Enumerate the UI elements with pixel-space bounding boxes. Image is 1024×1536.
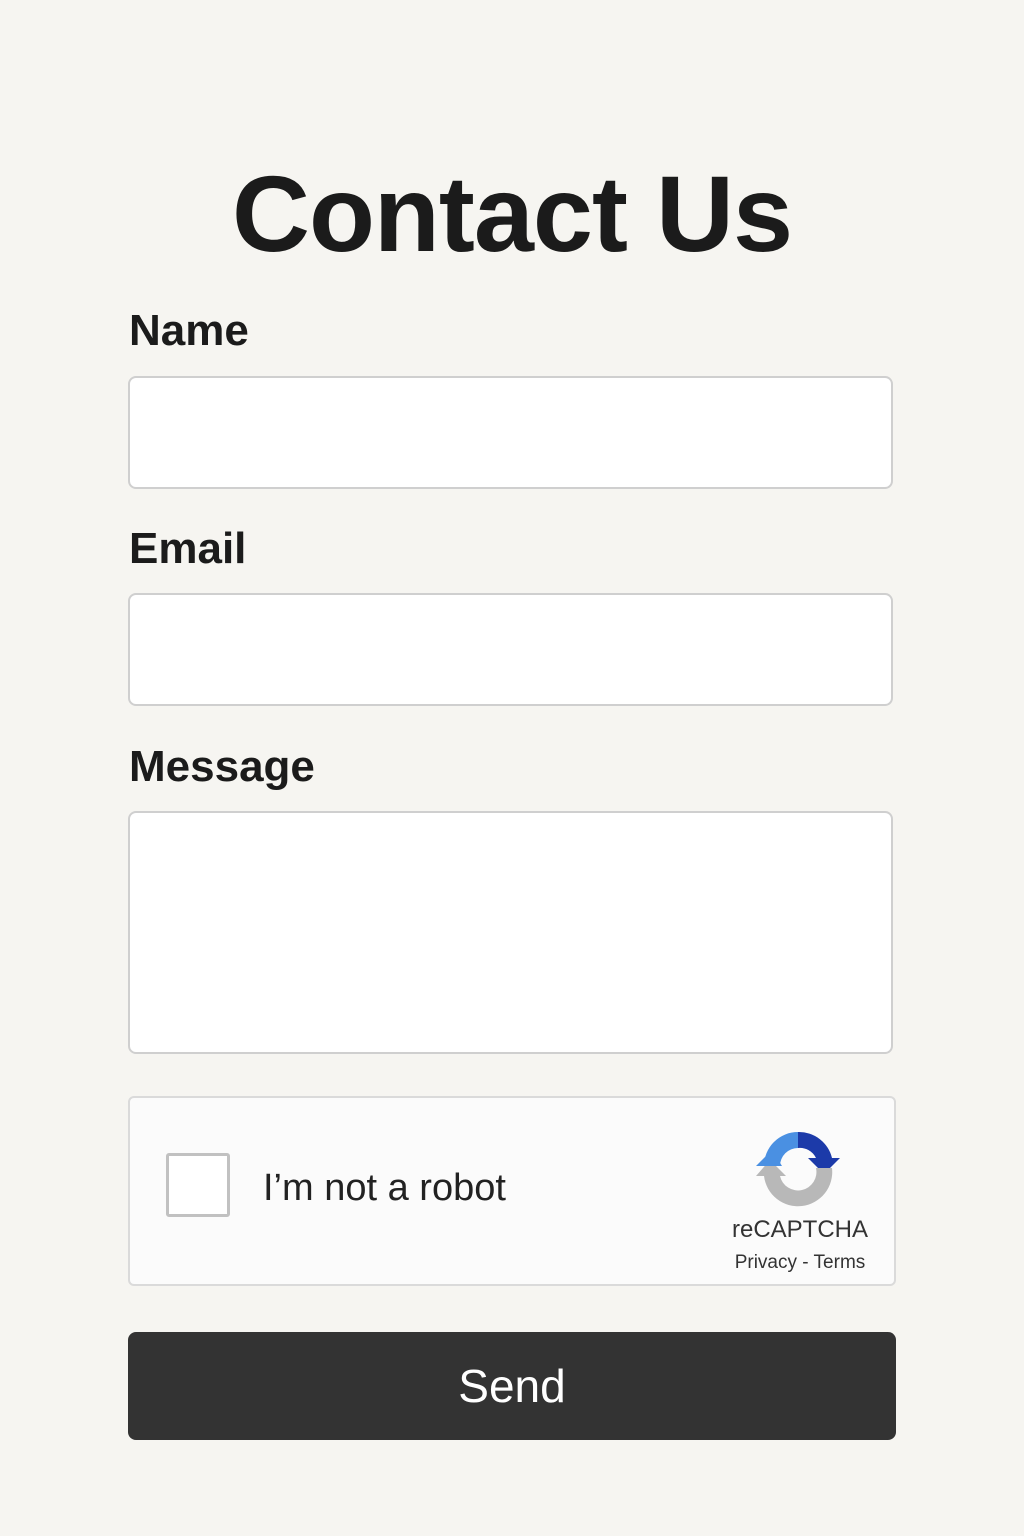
links-separator: - [797, 1252, 814, 1273]
recaptcha-links: Privacy - Terms [720, 1252, 880, 1274]
email-label: Email [129, 524, 247, 573]
name-label: Name [129, 306, 249, 355]
recaptcha-checkbox[interactable] [166, 1153, 230, 1217]
recaptcha-logo-icon [756, 1131, 840, 1207]
privacy-link[interactable]: Privacy [735, 1252, 797, 1273]
name-input[interactable] [128, 376, 893, 489]
message-textarea[interactable] [128, 811, 893, 1054]
page-title: Contact Us [231, 153, 793, 275]
send-button[interactable]: Send [128, 1332, 896, 1440]
terms-link[interactable]: Terms [814, 1252, 866, 1273]
recaptcha-widget: I’m not a robot reCAPTCHA Privacy - Term… [128, 1096, 896, 1286]
email-input[interactable] [128, 593, 893, 706]
message-label: Message [129, 742, 315, 791]
recaptcha-brand-text: reCAPTCHA [731, 1216, 869, 1243]
recaptcha-checkbox-label: I’m not a robot [263, 1167, 506, 1209]
